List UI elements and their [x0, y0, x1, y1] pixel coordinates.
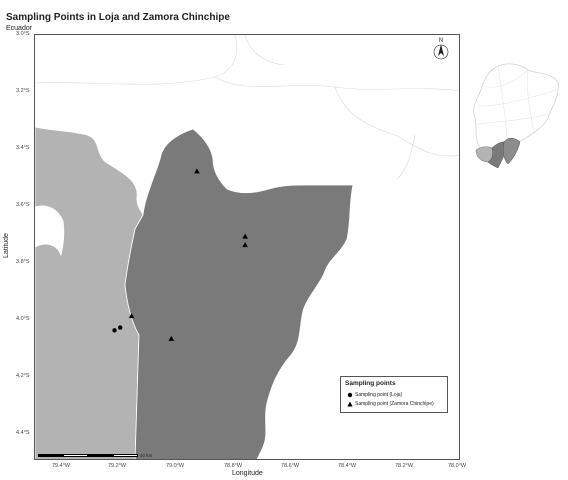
inset-loja	[475, 146, 494, 163]
y-tick-label: 4.4°S	[16, 430, 30, 436]
scale-bar-segment	[113, 453, 138, 457]
y-tick-label: 3.0°S	[16, 31, 30, 37]
legend-item: Sampling point (Loja)	[345, 390, 443, 399]
x-tick-label: 79.2°W	[108, 463, 127, 469]
north-arrow-icon: N	[432, 36, 450, 62]
x-tick-label: 78.8°W	[224, 463, 243, 469]
sampling-point-loja	[112, 328, 117, 333]
scale-bar-segment	[38, 453, 63, 457]
legend-item-label: Sampling point (Zamora Chinchipe)	[355, 400, 434, 407]
y-tick-label: 3.6°S	[16, 202, 30, 208]
scale-bar-segment	[63, 453, 88, 457]
y-tick-label: 4.2°S	[16, 373, 30, 379]
x-axis-title: Longitude	[232, 470, 263, 477]
sampling-point-loja	[118, 325, 123, 330]
x-tick-label: 79.0°W	[166, 463, 185, 469]
legend-item: Sampling point (Zamora Chinchipe)	[345, 399, 443, 408]
y-tick-label: 3.8°S	[16, 259, 30, 265]
triangle-icon	[345, 401, 355, 407]
scale-bar-label: 40 km	[140, 452, 153, 458]
legend-item-label: Sampling point (Loja)	[355, 391, 403, 398]
x-tick-label: 78.4°W	[338, 463, 357, 469]
y-tick-label: 3.2°S	[16, 88, 30, 94]
y-tick-label: 3.4°S	[16, 145, 30, 151]
x-tick-label: 79.4°W	[52, 463, 71, 469]
inset-region	[502, 138, 521, 165]
circle-icon	[345, 392, 355, 398]
y-tick-label: 4.0°S	[16, 316, 30, 322]
x-tick-label: 78.2°W	[395, 463, 414, 469]
legend: Sampling points Sampling point (Loja) Sa…	[340, 376, 448, 413]
scale-bar: 40 km	[38, 452, 152, 458]
y-axis-title: Latitude	[2, 233, 10, 258]
north-label: N	[439, 38, 443, 44]
x-tick-label: 78.6°W	[281, 463, 300, 469]
legend-title: Sampling points	[345, 380, 396, 387]
zamora-chinchipe-province	[124, 128, 354, 459]
map-title: Sampling Points in Loja and Zamora Chinc…	[6, 12, 230, 23]
scale-bar-segment	[88, 453, 113, 457]
x-tick-label: 78.0°W	[448, 463, 467, 469]
ecuador-inset-map	[468, 62, 562, 170]
